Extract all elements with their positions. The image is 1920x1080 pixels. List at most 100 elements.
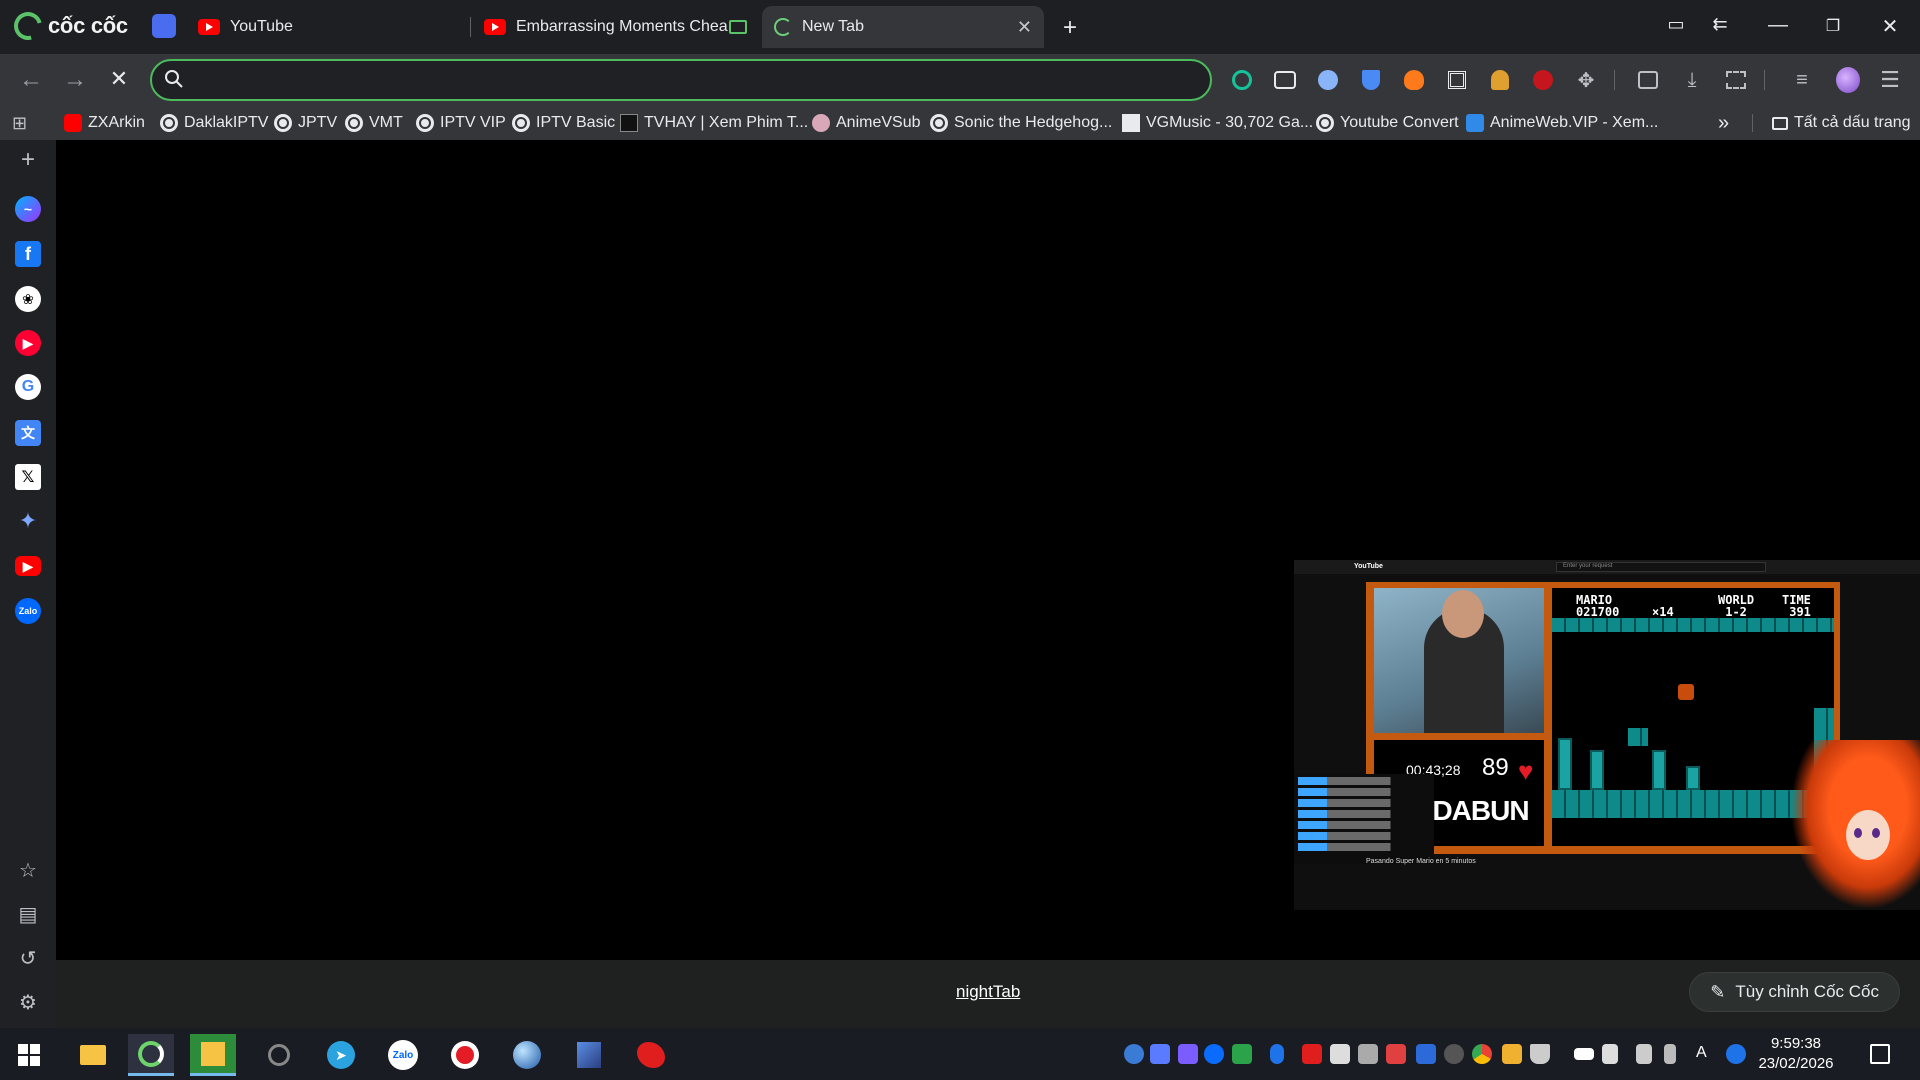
download-icon[interactable]: ⤓ (1680, 68, 1704, 92)
garena-icon[interactable] (628, 1034, 674, 1076)
restore-button[interactable]: ❐ (1819, 16, 1847, 36)
address-input[interactable] (196, 67, 1196, 93)
bookmark-animeweb[interactable]: AnimeWeb.VIP - Xem... (1466, 112, 1658, 134)
tab-search-icon[interactable] (152, 14, 176, 38)
tray-grid-icon[interactable] (1232, 1044, 1252, 1064)
circle-icon[interactable] (1316, 68, 1340, 92)
media-control-icon[interactable]: ≡ (1790, 68, 1814, 92)
vpn-glasses-icon[interactable] (1273, 68, 1297, 92)
tray-audio-icon[interactable] (1386, 1044, 1406, 1064)
messenger-icon[interactable]: ~ (15, 196, 41, 222)
bookmark-jptv[interactable]: JPTV (274, 112, 337, 134)
screen-cast-icon[interactable]: ▭ (1662, 14, 1690, 35)
x-icon[interactable]: 𝕏 (15, 464, 41, 490)
tray-phone-icon[interactable] (1358, 1044, 1378, 1064)
volume-icon[interactable] (1602, 1044, 1618, 1064)
minimize-button[interactable]: — (1764, 14, 1792, 37)
edge-icon[interactable] (256, 1034, 302, 1076)
battery-icon[interactable] (1574, 1048, 1594, 1060)
reading-list-icon[interactable]: ▤ (15, 902, 41, 928)
customize-coccoc-button[interactable]: ✎ Tùy chỉnh Cốc Cốc (1689, 972, 1900, 1012)
tray-e-icon[interactable] (1416, 1044, 1436, 1064)
tray-chrome-icon[interactable] (1472, 1044, 1492, 1064)
photo-app-icon[interactable] (190, 1034, 236, 1076)
record-icon[interactable] (442, 1034, 488, 1076)
globe-app-icon[interactable] (504, 1034, 550, 1076)
youtube-music-icon[interactable]: ▶ (15, 330, 41, 356)
windows-start-icon[interactable] (6, 1034, 52, 1076)
nighttab-link[interactable]: nightTab (956, 982, 1020, 1002)
tab-search-back-icon[interactable]: ⇇ (1706, 14, 1734, 35)
picture-in-picture-window[interactable]: YouTube Enter your request 00;43;28 89 ♥… (1294, 560, 1920, 910)
wifi-icon[interactable] (1636, 1044, 1652, 1064)
coccoc-fox-icon[interactable] (1402, 68, 1426, 92)
google-translate-icon[interactable]: 文 (15, 420, 41, 446)
bookmark-iptv-vip[interactable]: IPTV VIP (416, 112, 506, 134)
bluetooth-icon[interactable] (1270, 1044, 1284, 1064)
shield-icon[interactable] (1359, 68, 1383, 92)
favorites-icon[interactable]: ☆ (15, 858, 41, 884)
bookmark-tvhay[interactable]: TVHAY | Xem Phim T... (620, 112, 808, 134)
profile-avatar[interactable] (1836, 67, 1860, 93)
image-editor-icon[interactable] (566, 1034, 612, 1076)
system-clock[interactable]: 9:59:38 23/02/2026 (1746, 1034, 1846, 1074)
tray-cup-icon[interactable] (1530, 1044, 1550, 1064)
screenshot-icon[interactable] (1724, 68, 1748, 92)
close-tab-icon[interactable]: ✕ (1017, 17, 1032, 38)
bookmark-vmt[interactable]: VMT (345, 112, 403, 134)
tray-garena-icon[interactable] (1302, 1044, 1322, 1064)
puzzle-icon[interactable]: ✥ (1574, 68, 1598, 92)
close-window-button[interactable]: ✕ (1876, 14, 1904, 39)
back-button[interactable]: ← (16, 66, 46, 94)
gemini-icon[interactable]: ✦ (15, 508, 41, 534)
qr-icon[interactable] (1445, 68, 1469, 92)
zalo-icon[interactable]: Zalo (15, 598, 41, 624)
people-icon[interactable] (1488, 68, 1512, 92)
usb-icon[interactable] (1664, 1044, 1676, 1064)
adblock-icon[interactable] (1531, 68, 1555, 92)
split-view-icon[interactable] (1636, 68, 1660, 92)
google-icon[interactable]: G (15, 374, 41, 400)
input-method-indicator[interactable]: A (1696, 1044, 1707, 1062)
stop-loading-button[interactable]: ✕ (104, 66, 134, 92)
bookmark-sonic[interactable]: Sonic the Hedgehog... (930, 112, 1112, 134)
tray-photo-icon[interactable] (1502, 1044, 1522, 1064)
bookmark-zxarkin[interactable]: ZXArkin (64, 112, 145, 134)
file-explorer-icon[interactable] (70, 1034, 116, 1076)
zalo-icon[interactable]: Zalo (380, 1034, 426, 1076)
tab-embarrassing-moments[interactable]: Embarrassing Moments Chea (472, 6, 752, 48)
bookmark-iptv-basic[interactable]: IPTV Basic (512, 112, 615, 134)
telegram-icon[interactable]: ➤ (318, 1034, 364, 1076)
new-tab-button[interactable]: + (1056, 14, 1084, 42)
tray-lightning-icon[interactable] (1150, 1044, 1170, 1064)
bookmark-dakiakiptv[interactable]: DaklakIPTV (160, 112, 268, 134)
bookmark-youtube-convert[interactable]: Youtube Convert (1316, 112, 1459, 134)
brand[interactable]: cốc cốc (8, 6, 128, 46)
forward-button[interactable]: → (60, 66, 90, 94)
address-bar[interactable] (150, 59, 1212, 101)
apps-grid-icon[interactable]: ⊞ (12, 112, 27, 134)
facebook-icon[interactable]: f (15, 241, 41, 267)
bookmark-vgmusic[interactable]: VGMusic - 30,702 Ga... (1122, 112, 1313, 134)
notification-center-icon[interactable] (1870, 1044, 1890, 1064)
coccoc-browser-icon[interactable] (128, 1034, 174, 1076)
picture-in-picture-icon[interactable] (729, 20, 747, 34)
history-icon[interactable]: ↺ (15, 946, 41, 972)
grammarly-icon[interactable] (1230, 68, 1254, 92)
tab-youtube[interactable]: YouTube (186, 6, 466, 48)
tray-steam-icon[interactable] (1178, 1044, 1198, 1064)
menu-icon[interactable]: ☰ (1878, 67, 1902, 92)
tray-vpn-icon[interactable] (1124, 1044, 1144, 1064)
youtube-icon[interactable]: ▶ (15, 556, 41, 576)
bookmarks-overflow-button[interactable]: » (1718, 112, 1729, 134)
settings-gear-icon[interactable]: ⚙ (15, 990, 41, 1016)
chatgpt-icon[interactable]: ❀ (15, 286, 41, 312)
tray-telegram-icon[interactable] (1330, 1044, 1350, 1064)
tab-new-tab[interactable]: New Tab ✕ (762, 6, 1044, 48)
sidebar-add-button[interactable]: + (15, 146, 41, 173)
tray-zalo-icon[interactable] (1204, 1044, 1224, 1064)
all-bookmarks-folder[interactable]: Tất cả dấu trang (1772, 112, 1911, 134)
tray-edge-icon[interactable] (1444, 1044, 1464, 1064)
bookmark-animevsub[interactable]: AnimeVSub (812, 112, 921, 134)
tray-globe-icon[interactable] (1726, 1044, 1746, 1064)
